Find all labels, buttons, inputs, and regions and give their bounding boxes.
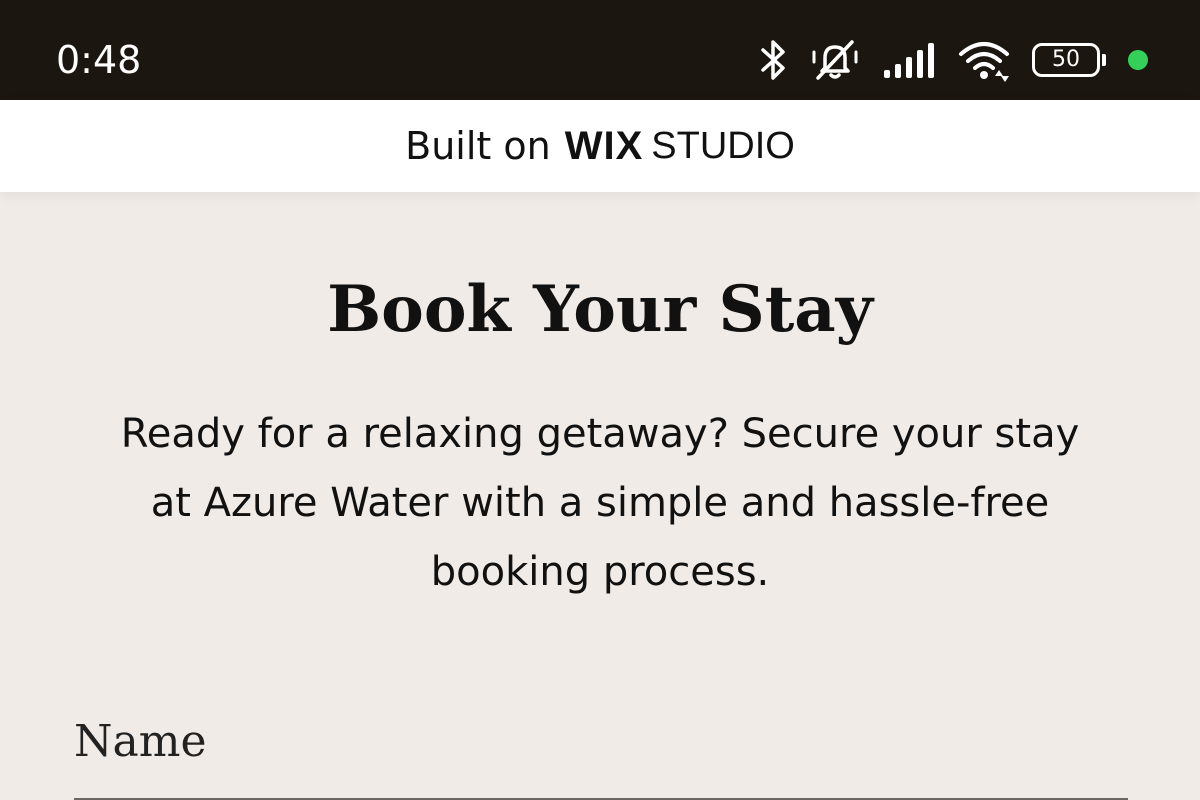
battery-icon: 50 (1032, 43, 1106, 77)
bluetooth-icon (761, 40, 785, 80)
signal-icon (884, 43, 934, 78)
page-description: Ready for a relaxing getaway? Secure you… (120, 411, 1080, 595)
status-icons: 50 (758, 34, 1148, 86)
name-label: Name (74, 716, 207, 767)
built-on-text: Built on (405, 124, 551, 168)
wix-studio-banner[interactable]: Built on WIX STUDIO (0, 100, 1200, 192)
page-title: Book Your Stay (327, 272, 873, 347)
booking-section: Book Your Stay Ready for a relaxing geta… (0, 192, 1200, 800)
status-bar: 0:48 50 (0, 0, 1200, 100)
wix-logo: WIX (564, 123, 644, 168)
muted-bell-icon (812, 40, 858, 80)
studio-text: STUDIO (651, 124, 795, 167)
name-input[interactable] (74, 777, 1128, 800)
status-time: 0:48 (56, 38, 142, 82)
battery-level: 50 (1052, 47, 1080, 72)
active-dot (1128, 50, 1148, 70)
wifi-icon (959, 42, 1009, 82)
battery-cap (1102, 54, 1106, 66)
